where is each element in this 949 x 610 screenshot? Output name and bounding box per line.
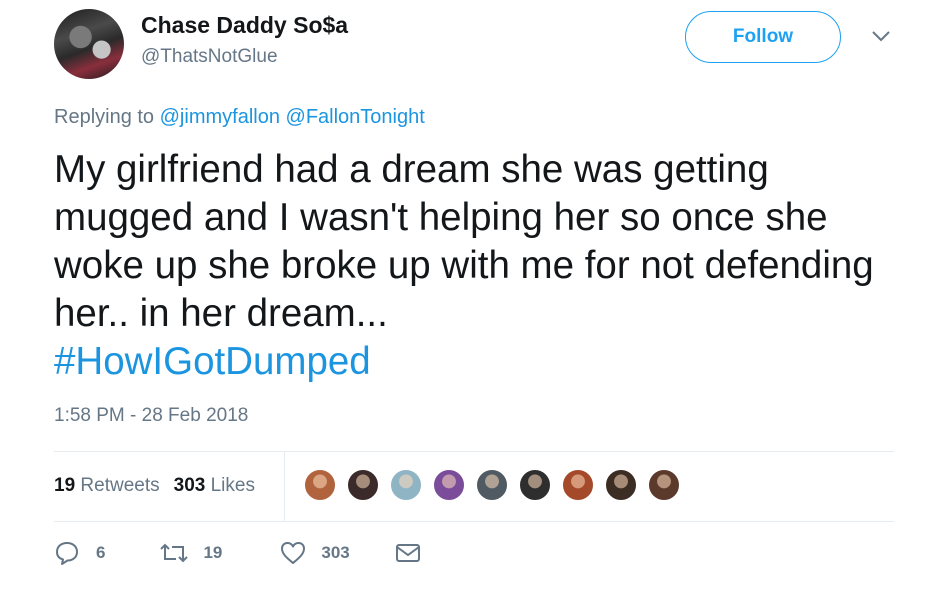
retweet-button[interactable]: 19 bbox=[159, 541, 222, 565]
tweet-text: My girlfriend had a dream she was gettin… bbox=[54, 146, 914, 386]
retweet-count: 19 bbox=[203, 543, 223, 562]
tweet-timestamp[interactable]: 1:58 PM - 28 Feb 2018 bbox=[54, 405, 248, 427]
liker-avatar[interactable] bbox=[561, 468, 595, 502]
reply-prefix: Replying to bbox=[54, 106, 155, 128]
like-button[interactable]: 303 bbox=[279, 540, 350, 566]
hashtag-link[interactable]: #HowIGotDumped bbox=[54, 338, 914, 386]
liker-avatar[interactable] bbox=[432, 468, 466, 502]
retweets-label: Retweets bbox=[80, 475, 160, 496]
mention-link[interactable]: @jimmyfallon bbox=[160, 106, 280, 128]
direct-message-icon bbox=[395, 544, 420, 562]
like-count: 303 bbox=[321, 543, 350, 562]
engagement-stats: 19 Retweets 303 Likes bbox=[54, 475, 255, 497]
chevron-down-icon[interactable] bbox=[870, 28, 892, 44]
user-handle[interactable]: @ThatsNotGlue bbox=[141, 46, 278, 68]
retweets-stat[interactable]: 19 Retweets bbox=[54, 475, 160, 497]
divider bbox=[54, 521, 894, 522]
retweet-icon bbox=[160, 543, 189, 563]
liker-avatar[interactable] bbox=[518, 468, 552, 502]
liker-avatar[interactable] bbox=[604, 468, 638, 502]
tweet-actions: 6 19 303 bbox=[54, 540, 421, 566]
stats-divider bbox=[284, 451, 285, 521]
like-icon bbox=[281, 542, 306, 564]
divider bbox=[54, 451, 894, 452]
reply-icon bbox=[56, 542, 78, 565]
liker-avatar[interactable] bbox=[389, 468, 423, 502]
likes-label: Likes bbox=[210, 475, 255, 496]
tweet-body: My girlfriend had a dream she was gettin… bbox=[54, 148, 874, 335]
likes-stat[interactable]: 303 Likes bbox=[174, 475, 255, 497]
likers-avatars bbox=[303, 468, 690, 502]
avatar[interactable] bbox=[54, 9, 124, 79]
direct-message-button[interactable] bbox=[395, 542, 421, 564]
follow-button[interactable]: Follow bbox=[685, 11, 841, 63]
retweets-count: 19 bbox=[54, 475, 76, 496]
liker-avatar[interactable] bbox=[475, 468, 509, 502]
display-name[interactable]: Chase Daddy So$a bbox=[141, 12, 348, 39]
reply-context: Replying to @jimmyfallon @FallonTonight bbox=[54, 106, 425, 129]
reply-count: 6 bbox=[96, 543, 106, 562]
likes-count: 303 bbox=[173, 475, 206, 496]
liker-avatar[interactable] bbox=[647, 468, 681, 502]
liker-avatar[interactable] bbox=[346, 468, 380, 502]
mention-link[interactable]: @FallonTonight bbox=[286, 106, 425, 128]
liker-avatar[interactable] bbox=[303, 468, 337, 502]
reply-button[interactable]: 6 bbox=[54, 540, 105, 566]
